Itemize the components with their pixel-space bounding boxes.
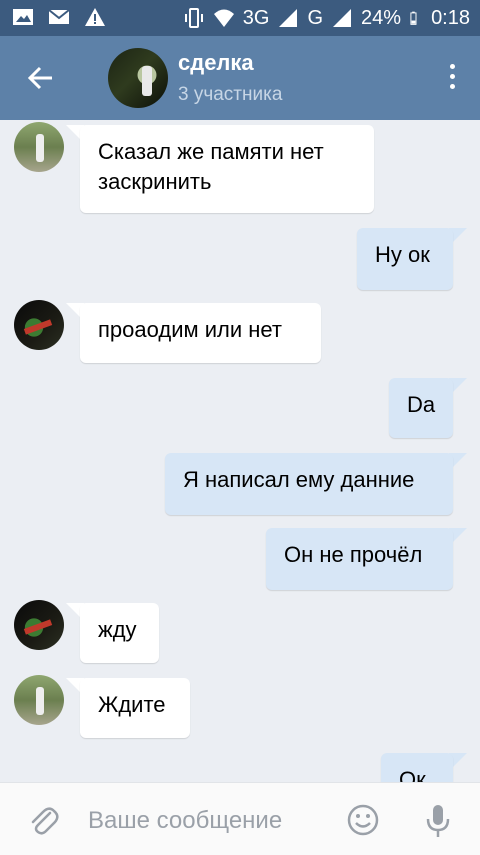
smile-icon[interactable] [346,803,380,837]
message-bubble[interactable]: Da [389,378,453,438]
message-text: Ну ок [375,242,430,267]
message-text: жду [98,617,137,642]
chat-header: сделка 3 участника [0,36,480,120]
message-text: Он не прочёл [284,542,423,567]
microphone-icon[interactable] [424,803,452,839]
avatar[interactable] [14,675,64,725]
chat-avatar[interactable] [108,48,168,108]
message-bubble[interactable]: Я написал ему данние [165,453,453,515]
message-list: Сказал же памяти нет заскринить Ну ок проао… [0,120,480,782]
avatar[interactable] [14,300,64,350]
message-bubble[interactable]: жду [80,603,159,663]
message-bubble[interactable]: Он не прочёл [266,528,453,590]
more-vert-icon[interactable] [442,64,462,94]
arrow-left-icon[interactable] [20,58,60,98]
chat-title[interactable]: сделка [178,50,254,76]
signal-icon-2 [333,9,352,27]
avatar[interactable] [14,600,64,650]
paperclip-icon[interactable] [26,803,60,837]
vibrate-icon [184,8,203,28]
message-bubble[interactable]: Ну ок [357,228,453,290]
message-text: Da [407,392,436,417]
message-bubble[interactable]: Сказал же памяти нет заскринить [80,125,374,213]
signal-icon [279,9,298,27]
message-text: Ок [399,767,426,782]
message-bubble[interactable]: Ок [381,753,453,782]
network-type-2: G [307,7,324,29]
message-bubble[interactable]: Ждите [80,678,190,738]
message-composer [0,782,480,855]
battery-icon [410,11,417,25]
status-bar: 3G G 24% 0:18 [0,0,480,36]
network-type: 3G [242,7,270,29]
clock: 0:18 [431,7,470,29]
avatar[interactable] [14,122,64,172]
mail-icon [48,9,70,24]
message-text: Сказал же памяти нет заскринить [98,139,324,194]
participants-count[interactable]: 3 участника [178,84,282,106]
wifi-icon [213,9,234,27]
message-text: Ждите [98,692,166,717]
message-bubble[interactable]: проаодим или нет [80,303,321,363]
message-text: проаодим или нет [98,317,282,342]
battery-percent: 24% [361,7,402,29]
warning-icon [85,8,105,26]
message-text: Я написал ему данние [183,467,415,492]
image-icon [13,9,33,25]
message-input[interactable] [86,803,330,839]
